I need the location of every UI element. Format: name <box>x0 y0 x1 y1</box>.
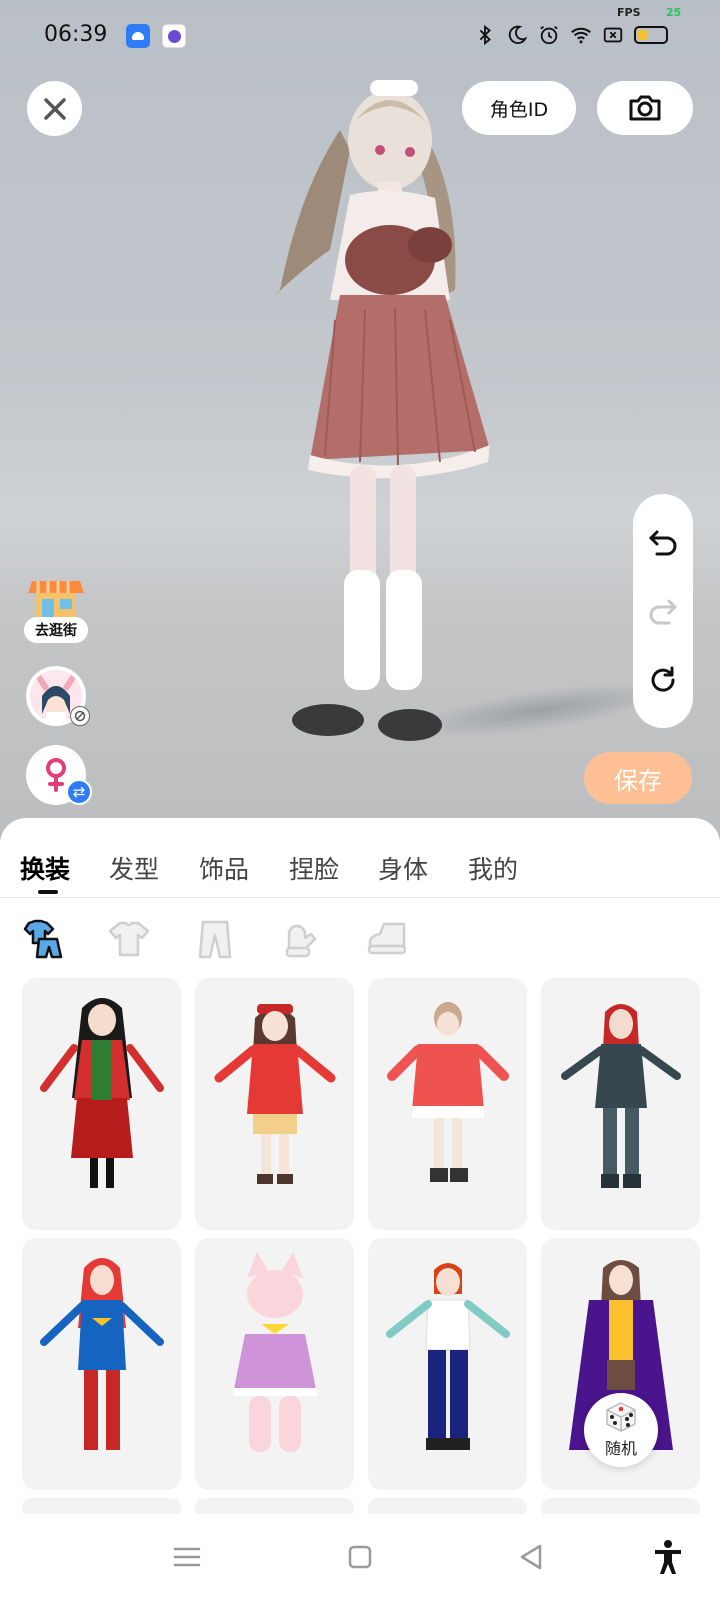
outfit-thumbnail <box>40 998 164 1188</box>
dice-icon <box>606 1402 636 1432</box>
subcat-top[interactable] <box>106 916 152 962</box>
go-shopping-label: 去逛街 <box>24 617 88 643</box>
android-app-icon <box>126 24 150 48</box>
subcat-shoes[interactable] <box>364 916 410 962</box>
random-label: 随机 <box>604 1439 637 1458</box>
undo-button[interactable] <box>643 522 683 562</box>
outfit-card[interactable] <box>368 1238 527 1490</box>
fps-label: FPS <box>617 6 641 19</box>
accessibility-icon <box>655 1540 681 1574</box>
outfit-card[interactable] <box>195 978 354 1230</box>
outfit-thumbnail <box>387 1002 509 1182</box>
top-icon <box>108 921 150 957</box>
shoes-icon <box>367 922 407 955</box>
fps-value: 25 <box>666 6 682 19</box>
tab-hairstyle[interactable]: 发型 <box>109 850 159 886</box>
nav-menu-button[interactable] <box>164 1534 210 1580</box>
go-shopping-button[interactable]: 去逛街 <box>24 575 88 645</box>
outfit-card[interactable] <box>195 1238 354 1490</box>
home-icon <box>348 1545 372 1569</box>
nav-back-button[interactable] <box>508 1534 554 1580</box>
subcat-pants[interactable] <box>192 916 238 962</box>
menu-icon <box>173 1547 201 1567</box>
save-button[interactable]: 保存 <box>584 752 692 804</box>
outfit-thumbnail <box>386 1263 510 1450</box>
outfit-thumbnail <box>40 1258 164 1450</box>
gloves-icon <box>285 924 317 958</box>
shop-icon <box>28 581 84 617</box>
alarm-icon <box>540 25 558 45</box>
status-bar: 06:39 FPS 25 <box>0 0 720 70</box>
reset-button[interactable] <box>643 660 683 700</box>
tab-face[interactable]: 捏脸 <box>289 850 339 886</box>
close-icon <box>43 97 66 120</box>
outfit-thumbnail <box>561 1004 681 1188</box>
hide-badge-icon <box>70 706 90 726</box>
camera-button[interactable] <box>597 81 693 135</box>
subcat-gloves[interactable] <box>278 916 324 962</box>
history-controls <box>633 494 693 728</box>
bluetooth-icon <box>479 24 491 46</box>
avatar-thumbnail-button[interactable] <box>26 666 90 726</box>
back-icon <box>520 1544 542 1570</box>
moon-icon <box>508 25 528 44</box>
refresh-icon <box>651 666 675 692</box>
active-tab-indicator <box>38 890 58 894</box>
battery-icon <box>634 26 668 44</box>
tab-mine[interactable]: 我的 <box>468 850 518 886</box>
undo-icon <box>649 530 677 556</box>
gender-switch-button[interactable]: ⇄ <box>26 745 92 805</box>
camera-icon <box>629 95 661 121</box>
nav-home-button[interactable] <box>337 1534 383 1580</box>
avatar-character[interactable] <box>240 70 520 770</box>
swap-icon: ⇄ <box>66 779 92 805</box>
random-button[interactable]: 随机 <box>584 1393 658 1467</box>
category-tabs: 换装 发型 饰品 捏脸 身体 我的 <box>0 842 720 902</box>
tab-outfit[interactable]: 换装 <box>20 850 70 886</box>
tabs-divider <box>0 897 720 898</box>
outfit-icon <box>23 919 63 959</box>
status-time: 06:39 <box>44 22 108 47</box>
status-icons <box>474 24 668 46</box>
outfit-thumbnail <box>233 1252 317 1452</box>
wifi-icon <box>571 27 591 44</box>
outfit-thumbnail <box>214 1004 336 1184</box>
nav-accessibility-button[interactable] <box>645 1534 691 1580</box>
redo-icon <box>649 599 677 625</box>
close-button[interactable] <box>27 81 82 136</box>
subcat-outfit[interactable] <box>20 916 66 962</box>
avatar-preview-stage[interactable]: 06:39 FPS 25 角色ID 去逛街 ⇄ 保存 <box>0 0 720 840</box>
system-navigation-bar <box>0 1514 720 1600</box>
outfit-card[interactable] <box>22 1238 181 1490</box>
outfit-subcategories <box>0 908 720 968</box>
app-notification-icon <box>162 24 186 48</box>
pants-icon <box>198 920 232 959</box>
tab-body[interactable]: 身体 <box>378 850 428 886</box>
outfit-card[interactable] <box>541 978 700 1230</box>
outfit-card[interactable] <box>368 978 527 1230</box>
redo-button[interactable] <box>643 591 683 631</box>
sim-off-icon <box>603 27 623 43</box>
outfit-card[interactable] <box>22 978 181 1230</box>
tab-accessories[interactable]: 饰品 <box>199 850 249 886</box>
